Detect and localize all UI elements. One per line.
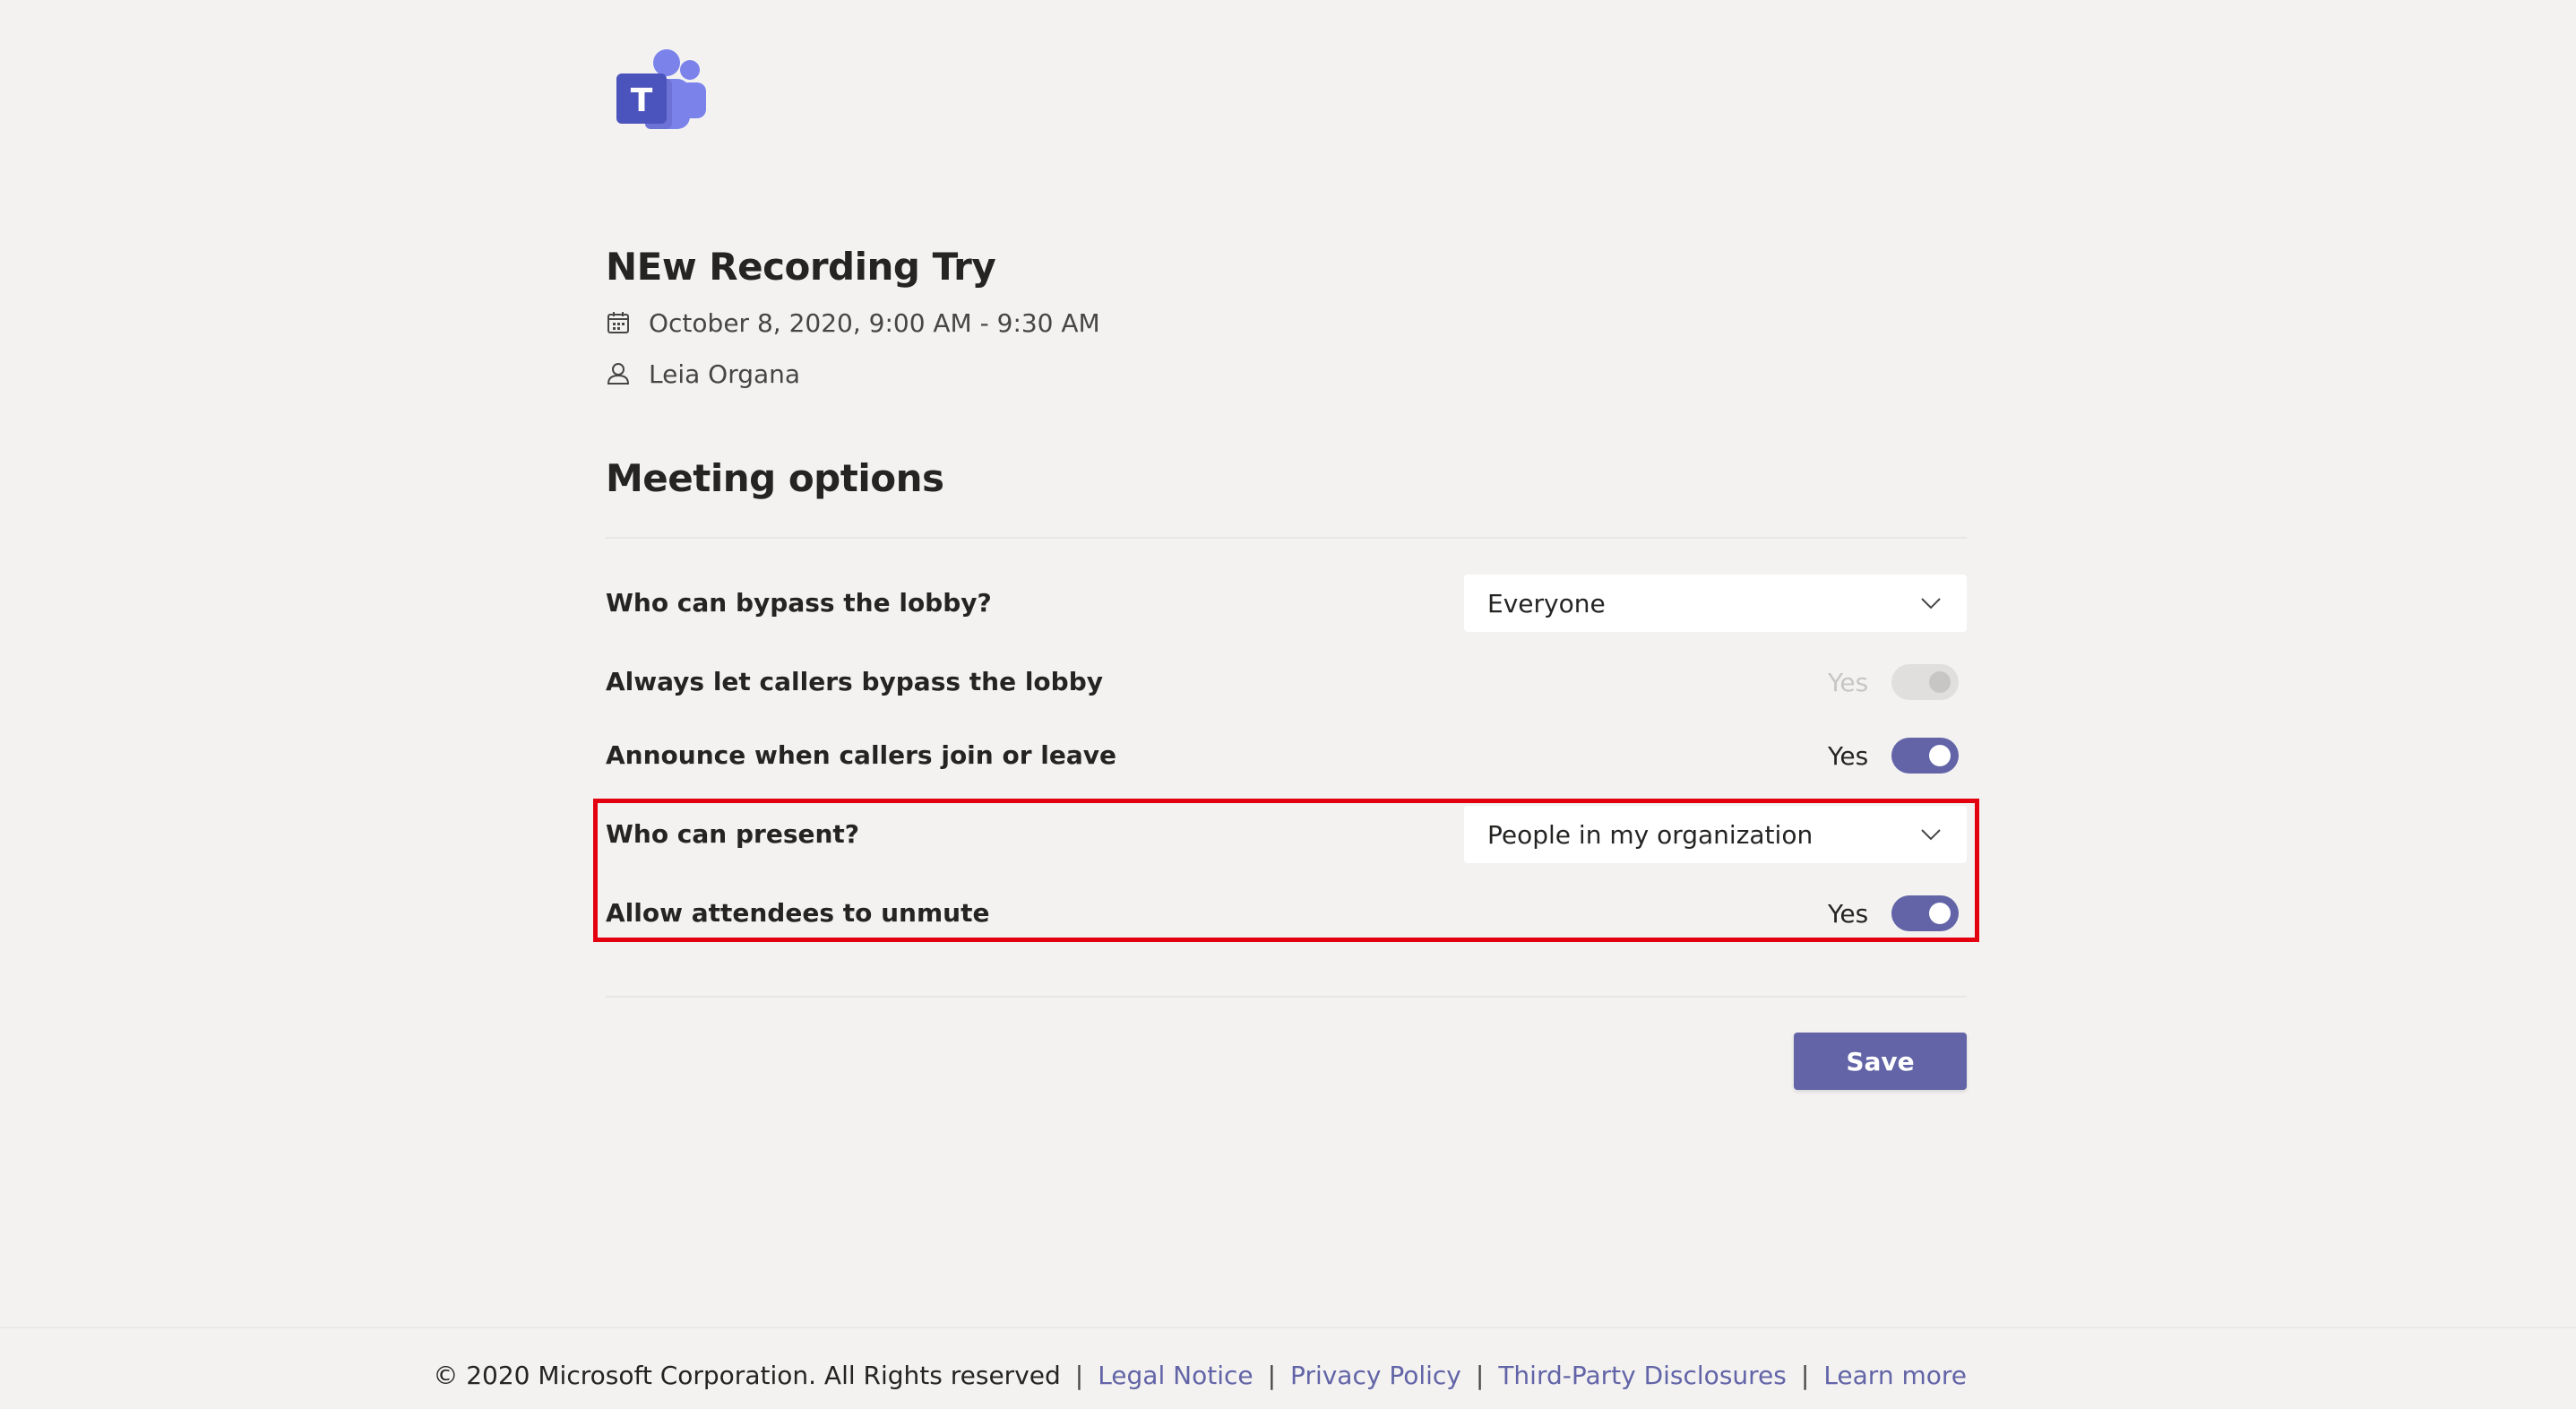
meeting-organizer-row: Leia Organa [606, 356, 800, 392]
attendees-unmute-state: Yes [1828, 898, 1869, 929]
callers-bypass-label: Always let callers bypass the lobby [606, 667, 1103, 696]
meeting-title: NEw Recording Try [606, 245, 996, 289]
who-can-present-dropdown[interactable]: People in my organization [1464, 806, 1967, 863]
divider [606, 996, 1967, 998]
announce-callers-state: Yes [1828, 740, 1869, 771]
meeting-datetime: October 8, 2020, 9:00 AM - 9:30 AM [649, 307, 1100, 338]
bypass-lobby-selected: Everyone [1487, 588, 1606, 618]
chevron-down-icon [1921, 598, 1941, 609]
bypass-lobby-label: Who can bypass the lobby? [606, 588, 992, 618]
callers-bypass-toggle [1891, 664, 1959, 700]
footer: © 2020 Microsoft Corporation. All Rights… [433, 1355, 1967, 1395]
save-button[interactable]: Save [1794, 1033, 1967, 1090]
meeting-datetime-row: October 8, 2020, 9:00 AM - 9:30 AM [606, 305, 1100, 341]
privacy-policy-link[interactable]: Privacy Policy [1290, 1361, 1461, 1390]
attendees-unmute-toggle[interactable] [1891, 895, 1959, 931]
toggle-knob [1929, 671, 1951, 693]
meeting-options-page: T NEw Recording Try October 8, 2020, 9:0… [0, 0, 2576, 1409]
announce-callers-control: Yes [1828, 736, 1959, 775]
callers-bypass-state: Yes [1828, 667, 1869, 697]
copyright-text: © 2020 Microsoft Corporation. All Rights… [433, 1360, 1061, 1390]
who-can-present-selected: People in my organization [1487, 819, 1814, 850]
calendar-icon [606, 309, 633, 336]
person-icon [606, 360, 633, 387]
bypass-lobby-dropdown[interactable]: Everyone [1464, 575, 1967, 632]
who-can-present-label: Who can present? [606, 819, 860, 849]
toggle-knob [1929, 903, 1951, 924]
footer-separator: | [1475, 1360, 1485, 1390]
attendees-unmute-control: Yes [1828, 894, 1959, 933]
callers-bypass-control: Yes [1828, 662, 1959, 702]
footer-separator: | [1267, 1360, 1277, 1390]
attendees-unmute-label: Allow attendees to unmute [606, 898, 990, 928]
legal-notice-link[interactable]: Legal Notice [1098, 1361, 1253, 1390]
learn-more-link[interactable]: Learn more [1823, 1361, 1967, 1390]
footer-separator: | [1074, 1360, 1084, 1390]
toggle-knob [1929, 745, 1951, 766]
announce-callers-label: Announce when callers join or leave [606, 740, 1116, 770]
third-party-disclosures-link[interactable]: Third-Party Disclosures [1498, 1361, 1787, 1390]
teams-logo-letter: T [631, 82, 653, 119]
chevron-down-icon [1921, 829, 1941, 841]
footer-divider [0, 1327, 2576, 1328]
announce-callers-toggle[interactable] [1891, 738, 1959, 774]
footer-separator: | [1800, 1360, 1810, 1390]
teams-logo-icon: T [616, 49, 706, 129]
meeting-organizer: Leia Organa [649, 359, 801, 389]
meeting-options-heading: Meeting options [606, 456, 944, 500]
divider [606, 537, 1967, 539]
